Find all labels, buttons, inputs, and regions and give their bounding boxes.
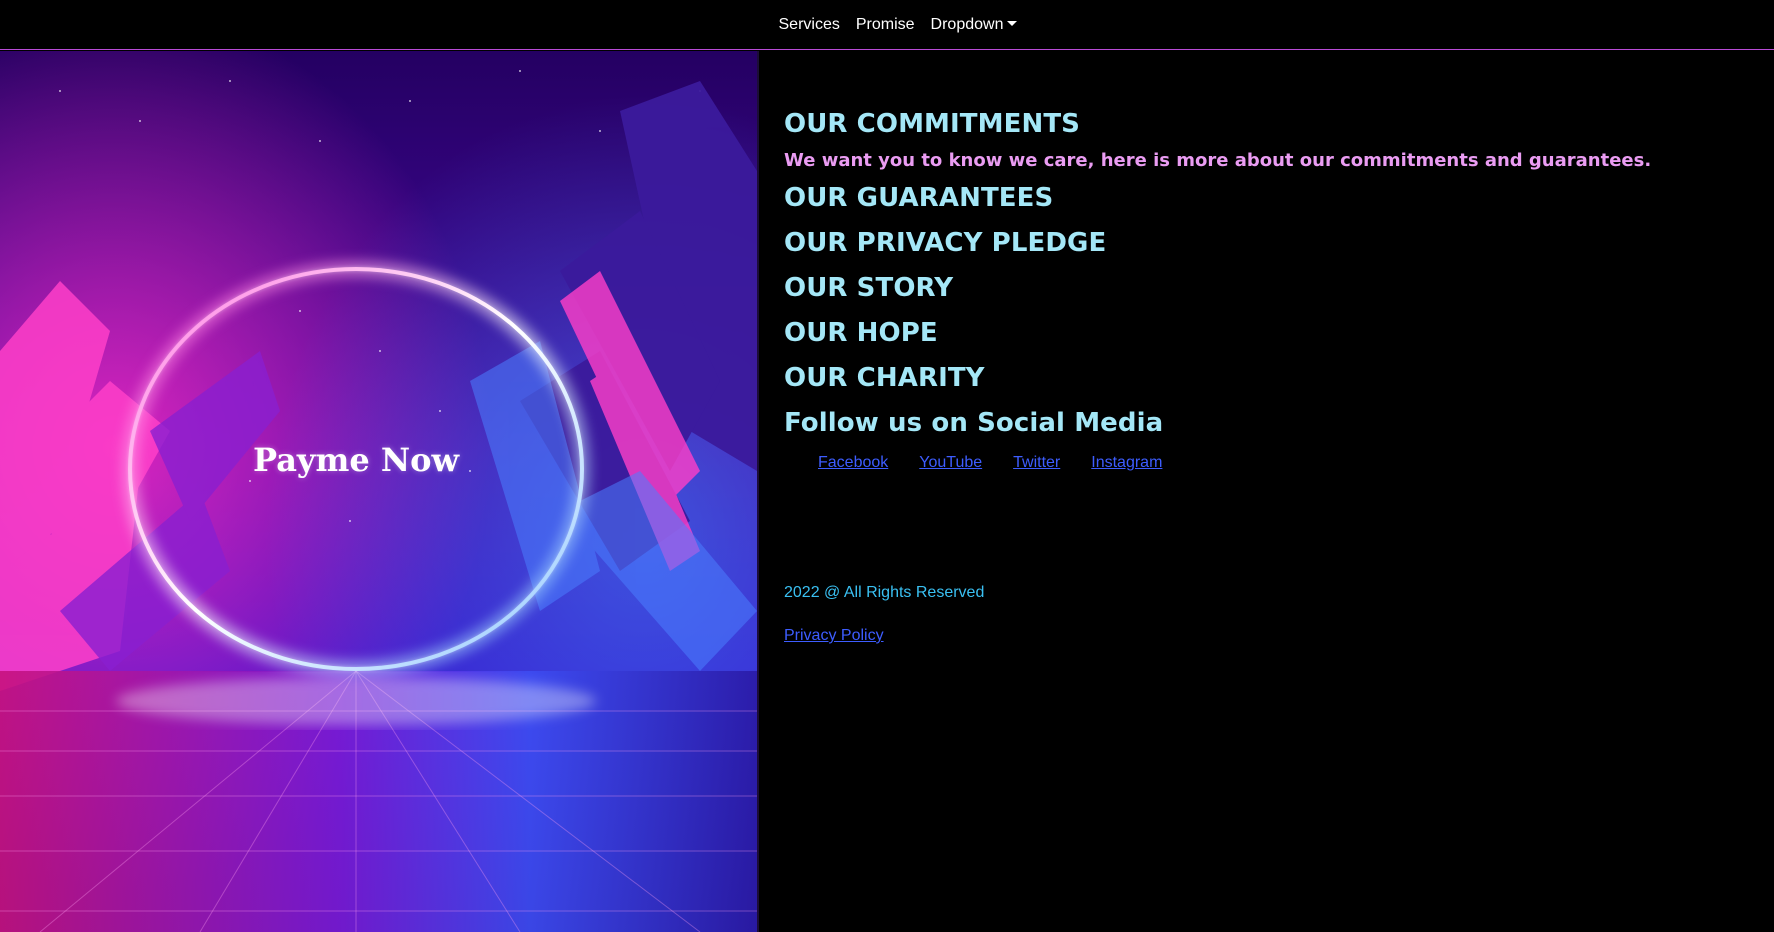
main-content: OUR COMMITMENTS We want you to know we c…	[784, 108, 1744, 472]
nav-services-link[interactable]: Services	[779, 16, 840, 34]
story-heading: OUR STORY	[784, 273, 954, 303]
copyright-text: 2022 @ All Rights Reserved	[784, 584, 985, 601]
nav-dropdown-label: Dropdown	[930, 15, 1004, 33]
privacy-policy-link[interactable]: Privacy Policy	[784, 627, 884, 645]
top-navbar: Services Promise Dropdown	[0, 0, 1774, 50]
instagram-link[interactable]: Instagram	[1091, 454, 1162, 472]
hero-image: Payme Now	[0, 51, 757, 932]
nav-links: Services Promise Dropdown	[779, 16, 1018, 34]
guarantees-heading: OUR GUARANTEES	[784, 183, 1054, 213]
social-links: Facebook YouTube Twitter Instagram	[818, 454, 1744, 472]
nav-dropdown-toggle[interactable]: Dropdown	[931, 16, 1018, 34]
caret-down-icon	[1007, 20, 1018, 26]
facebook-link[interactable]: Facebook	[818, 454, 888, 472]
twitter-link[interactable]: Twitter	[1013, 454, 1060, 472]
privacy-pledge-heading: OUR PRIVACY PLEDGE	[784, 228, 1107, 258]
commitments-heading: OUR COMMITMENTS	[784, 109, 1080, 139]
column-divider	[757, 51, 759, 932]
nav-promise-link[interactable]: Promise	[856, 16, 915, 34]
hero-title: Payme Now	[252, 441, 460, 479]
commitments-subtitle: We want you to know we care, here is mor…	[784, 150, 1652, 171]
neon-portal-illustration	[0, 51, 757, 932]
charity-heading: OUR CHARITY	[784, 363, 985, 393]
hope-heading: OUR HOPE	[784, 318, 938, 348]
social-media-heading: Follow us on Social Media	[784, 408, 1164, 438]
youtube-link[interactable]: YouTube	[919, 454, 982, 472]
